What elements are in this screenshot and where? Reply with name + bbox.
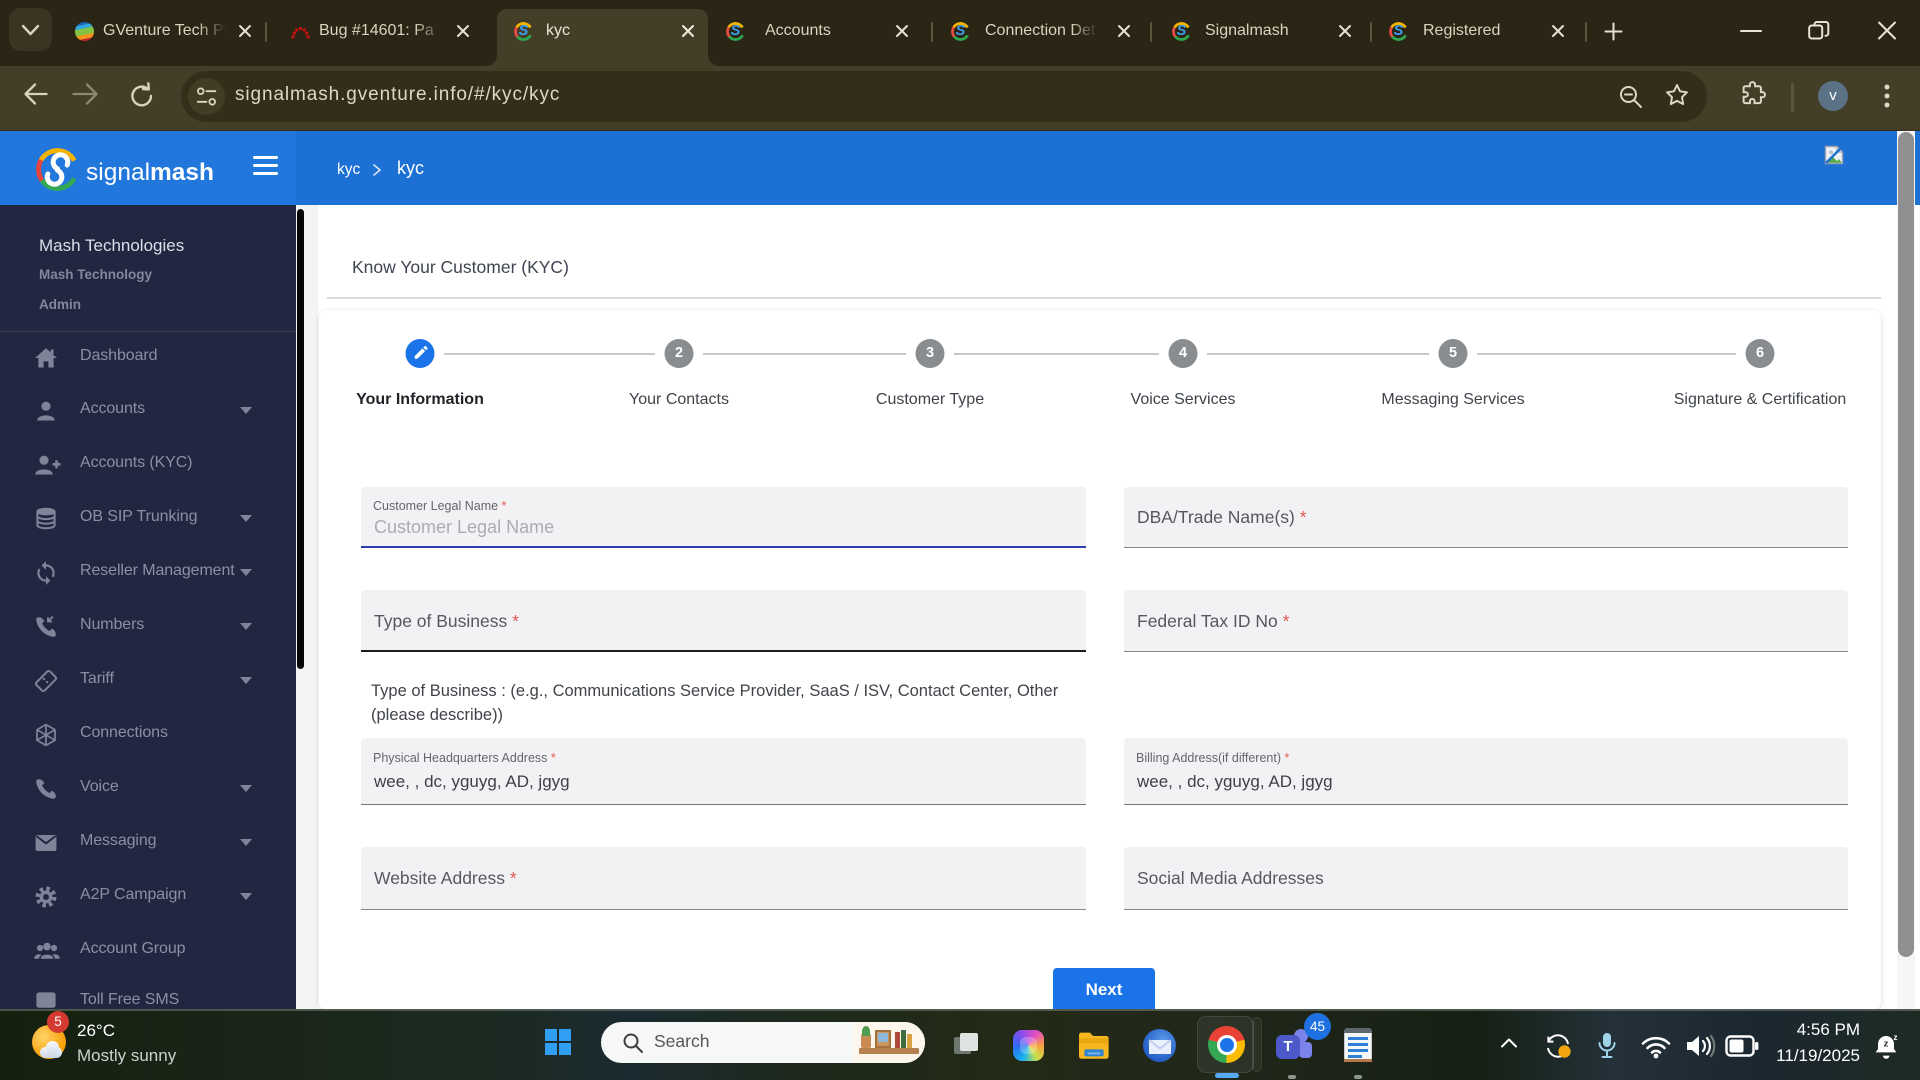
svg-text:z: z (1884, 1039, 1889, 1050)
svg-text:z: z (1894, 1033, 1898, 1042)
